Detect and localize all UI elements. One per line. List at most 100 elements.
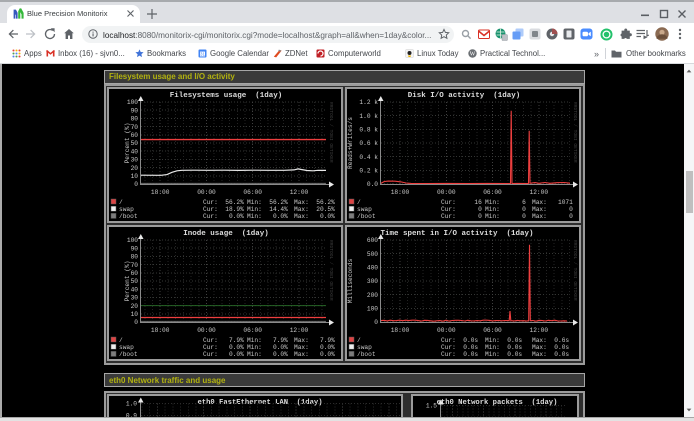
svg-text:80: 80 xyxy=(131,254,139,261)
svg-text:Reads+Writes/s: Reads+Writes/s xyxy=(347,117,354,169)
svg-text:12:00: 12:00 xyxy=(290,189,309,196)
svg-text:Cur: 0: Cur: 0 xyxy=(441,206,482,213)
svg-text:Max: 0.0%: Max: 0.0% xyxy=(294,344,335,351)
svg-text:swap: swap xyxy=(119,344,134,351)
svg-text:W: W xyxy=(470,52,476,58)
svg-text:Min: 0.0s: Min: 0.0s xyxy=(485,351,522,358)
svg-text:20: 20 xyxy=(131,165,139,172)
svg-text:/: / xyxy=(119,199,123,206)
svg-text:00:00: 00:00 xyxy=(437,189,456,196)
svg-text:06:00: 06:00 xyxy=(243,189,262,196)
svg-text:200: 200 xyxy=(367,292,378,299)
svg-text:/: / xyxy=(119,337,123,344)
svg-text:Cur: 0: Cur: 0 xyxy=(441,213,482,220)
svg-text:Max: 0.0s: Max: 0.0s xyxy=(532,351,569,358)
svg-text:00:00: 00:00 xyxy=(437,327,456,334)
svg-text:Max: 56.2%: Max: 56.2% xyxy=(294,199,335,206)
svg-text:60: 60 xyxy=(131,132,139,139)
svg-text:400: 400 xyxy=(367,265,378,272)
svg-text:600: 600 xyxy=(367,237,378,244)
svg-text:Cur: 16: Cur: 16 xyxy=(441,199,482,206)
svg-text:Cur: 0.0s: Cur: 0.0s xyxy=(441,351,478,358)
svg-text:/: / xyxy=(357,199,361,206)
svg-text:0.2 k: 0.2 k xyxy=(359,168,378,175)
svg-text:40: 40 xyxy=(131,148,139,155)
svg-text:Cur: 7.9%: Cur: 7.9% xyxy=(203,337,244,344)
svg-text:100: 100 xyxy=(127,99,138,106)
svg-text:Min: 0.0s: Min: 0.0s xyxy=(485,344,522,351)
svg-text:0: 0 xyxy=(374,319,378,326)
svg-text:RRDTOOL / TOBI OETIKER: RRDTOOL / TOBI OETIKER xyxy=(572,240,578,301)
svg-text:50: 50 xyxy=(131,278,139,285)
svg-text:0.6 k: 0.6 k xyxy=(359,140,378,147)
svg-text:10: 10 xyxy=(131,173,139,180)
svg-text:12:00: 12:00 xyxy=(290,327,309,334)
svg-text:50: 50 xyxy=(131,140,139,147)
svg-text:Max: 1071: Max: 1071 xyxy=(532,199,573,206)
svg-text:Milliseconds: Milliseconds xyxy=(347,258,354,303)
svg-text:Min: 0.0%: Min: 0.0% xyxy=(247,351,288,358)
svg-text:Min: 14.4%: Min: 14.4% xyxy=(247,206,288,213)
svg-text:RRDTOOL / TOBI OETIKER: RRDTOOL / TOBI OETIKER xyxy=(328,240,334,301)
svg-text:1.0 k: 1.0 k xyxy=(359,113,378,120)
svg-text:Cur: 56.2%: Cur: 56.2% xyxy=(203,199,244,206)
svg-text:/boot: /boot xyxy=(357,213,376,220)
svg-text:12:00: 12:00 xyxy=(530,327,549,334)
svg-text:/boot: /boot xyxy=(119,351,138,358)
svg-text:500: 500 xyxy=(367,251,378,258)
svg-text:Cur: 0.0s: Cur: 0.0s xyxy=(441,337,478,344)
svg-text:30: 30 xyxy=(131,295,139,302)
svg-text:Max: 20.5%: Max: 20.5% xyxy=(294,206,335,213)
svg-text:/: / xyxy=(357,337,361,344)
svg-text:20: 20 xyxy=(131,303,139,310)
svg-text:Disk I/O activity (1day): Disk I/O activity (1day) xyxy=(408,92,521,100)
svg-text:18:00: 18:00 xyxy=(151,189,170,196)
svg-text:Filesystems usage (1day): Filesystems usage (1day) xyxy=(170,92,283,100)
svg-text:18:00: 18:00 xyxy=(391,327,410,334)
svg-text:Min: 0.0%: Min: 0.0% xyxy=(247,344,288,351)
svg-text:0: 0 xyxy=(134,181,138,188)
svg-text:0.4 k: 0.4 k xyxy=(359,154,378,161)
svg-text:swap: swap xyxy=(357,206,372,213)
svg-text:Min: 7.9%: Min: 7.9% xyxy=(247,337,288,344)
svg-text:06:00: 06:00 xyxy=(243,327,262,334)
svg-text:31: 31 xyxy=(200,52,206,57)
svg-text:100: 100 xyxy=(367,306,378,313)
svg-text:00:00: 00:00 xyxy=(197,327,216,334)
svg-text:1.5: 1.5 xyxy=(426,403,437,410)
svg-text:40: 40 xyxy=(131,286,139,293)
svg-text:Max: 0.0%: Max: 0.0% xyxy=(294,213,335,220)
svg-text:60: 60 xyxy=(131,270,139,277)
svg-text:0: 0 xyxy=(134,319,138,326)
svg-text:swap: swap xyxy=(357,344,372,351)
svg-text:/boot: /boot xyxy=(119,213,138,220)
svg-text:70: 70 xyxy=(131,262,139,269)
svg-text:06:00: 06:00 xyxy=(483,189,502,196)
svg-text:RRDTOOL / TOBI OETIKER: RRDTOOL / TOBI OETIKER xyxy=(328,102,334,163)
svg-text:70: 70 xyxy=(131,124,139,131)
svg-text:12:00: 12:00 xyxy=(530,189,549,196)
svg-text:80: 80 xyxy=(131,116,139,123)
svg-text:18:00: 18:00 xyxy=(391,189,410,196)
svg-text:Max: 0: Max: 0 xyxy=(532,206,573,213)
svg-text:06:00: 06:00 xyxy=(483,327,502,334)
svg-text:90: 90 xyxy=(131,245,139,252)
svg-text:Max: 0.6s: Max: 0.6s xyxy=(532,337,569,344)
svg-text:10: 10 xyxy=(131,311,139,318)
svg-text:1.2 k: 1.2 k xyxy=(359,99,378,106)
svg-text:00:00: 00:00 xyxy=(197,189,216,196)
svg-text:100: 100 xyxy=(127,237,138,244)
svg-text:swap: swap xyxy=(119,206,134,213)
svg-text:Min: 0: Min: 0 xyxy=(485,206,526,213)
svg-text:Max: 0.0%: Max: 0.0% xyxy=(294,351,335,358)
svg-text:Max: 7.9%: Max: 7.9% xyxy=(294,337,335,344)
svg-text:18:00: 18:00 xyxy=(151,327,170,334)
svg-text:90: 90 xyxy=(131,107,139,114)
svg-text:Min: 6: Min: 6 xyxy=(485,199,526,206)
svg-text:/boot: /boot xyxy=(357,351,376,358)
svg-text:Max: 0: Max: 0 xyxy=(532,213,573,220)
svg-text:Min: 0: Min: 0 xyxy=(485,213,526,220)
svg-text:Max: 0.0s: Max: 0.0s xyxy=(532,344,569,351)
svg-text:Cur: 0.0%: Cur: 0.0% xyxy=(203,351,244,358)
svg-text:Min: 0.0%: Min: 0.0% xyxy=(247,213,288,220)
